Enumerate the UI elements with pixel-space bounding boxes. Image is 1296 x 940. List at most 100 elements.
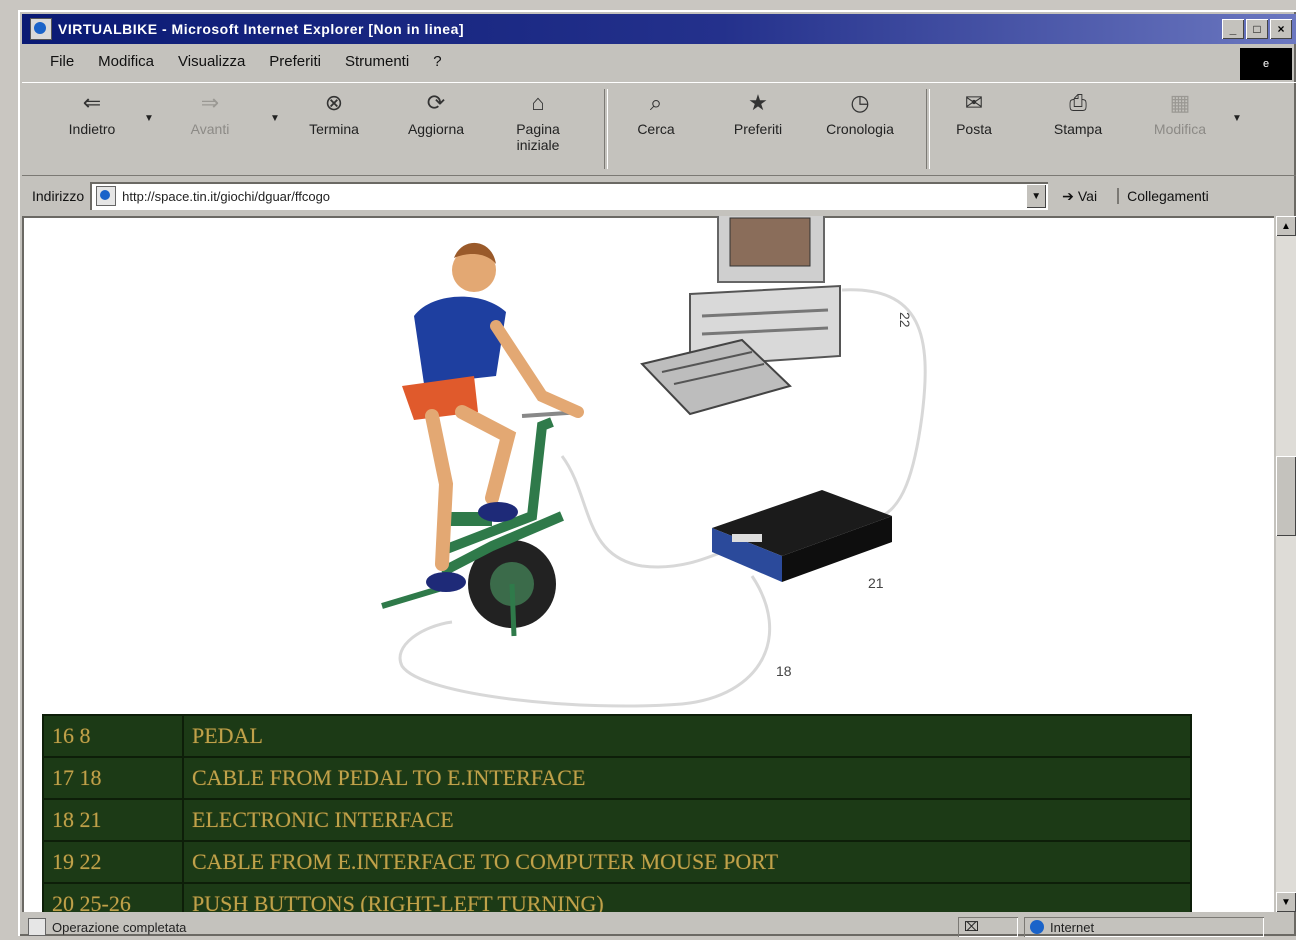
table-row: 16 8 PEDAL bbox=[42, 714, 1192, 758]
legend-code: 20 25-26 bbox=[42, 882, 184, 912]
window-controls: _ □ × bbox=[1222, 19, 1292, 39]
favorites-label: Preferiti bbox=[733, 121, 783, 137]
print-icon: ⎙ bbox=[1069, 90, 1087, 115]
minimize-icon[interactable]: _ bbox=[1222, 19, 1244, 39]
print-button[interactable]: ⎙ Stampa bbox=[1036, 90, 1120, 138]
menu-edit[interactable]: Modifica bbox=[98, 53, 154, 70]
history-button[interactable]: ◷ Cronologia bbox=[818, 90, 902, 138]
table-row: 18 21 ELECTRONIC INTERFACE bbox=[42, 798, 1192, 842]
cyclist-figure bbox=[402, 242, 584, 592]
cable-bike-to-interface bbox=[560, 455, 738, 569]
scroll-down-icon[interactable]: ▼ bbox=[1276, 892, 1296, 912]
legend-code: 16 8 bbox=[42, 714, 184, 758]
close-icon[interactable]: × bbox=[1270, 19, 1292, 39]
table-row: 19 22 CABLE FROM E.INTERFACE TO COMPUTER… bbox=[42, 840, 1192, 884]
toolbar-separator bbox=[926, 89, 930, 169]
mail-label: Posta bbox=[956, 121, 992, 137]
mail-button[interactable]: ✉ Posta bbox=[932, 90, 1016, 138]
legend-description: CABLE FROM E.INTERFACE TO COMPUTER MOUSE… bbox=[182, 840, 1192, 884]
exercise-bike-icon bbox=[381, 410, 583, 637]
status-text: Operazione completata bbox=[52, 919, 187, 935]
favorites-icon: ★ bbox=[748, 90, 768, 115]
browser-window: VIRTUALBIKE - Microsoft Internet Explore… bbox=[18, 10, 1296, 936]
ie-logo-icon[interactable] bbox=[30, 18, 52, 40]
vertical-scrollbar[interactable]: ▲ ▼ bbox=[1276, 216, 1296, 912]
links-button[interactable]: Collegamenti bbox=[1117, 188, 1209, 204]
interface-box-icon bbox=[712, 490, 892, 582]
address-dropdown-icon[interactable]: ▼ bbox=[1026, 184, 1047, 208]
favorites-button[interactable]: ★ Preferiti bbox=[716, 90, 800, 138]
computer-icon bbox=[640, 216, 841, 416]
menu-tools[interactable]: Strumenti bbox=[345, 53, 409, 70]
search-label: Cerca bbox=[637, 121, 675, 137]
status-bar: Operazione completata ⌧ Internet bbox=[22, 914, 1296, 940]
maximize-icon[interactable]: □ bbox=[1246, 19, 1268, 39]
history-icon: ◷ bbox=[850, 90, 870, 115]
legend-description: ELECTRONIC INTERFACE bbox=[182, 798, 1192, 842]
toolbar-separator bbox=[604, 89, 608, 169]
home-icon: ⌂ bbox=[531, 90, 545, 115]
title-bar: VIRTUALBIKE - Microsoft Internet Explore… bbox=[22, 14, 1296, 44]
legend-table: 16 8 PEDAL 17 18 CABLE FROM PEDAL TO E.I… bbox=[42, 714, 1192, 912]
table-row: 17 18 CABLE FROM PEDAL TO E.INTERFACE bbox=[42, 756, 1192, 800]
cable-pedal-to-interface bbox=[398, 575, 771, 708]
address-input[interactable]: http://space.tin.it/giochi/dguar/ffcogo … bbox=[90, 182, 1049, 210]
scroll-thumb[interactable] bbox=[1276, 456, 1296, 536]
back-dropdown-icon[interactable]: ▼ bbox=[144, 113, 154, 124]
label-cable-top: 22 bbox=[897, 312, 913, 328]
offline-panel: ⌧ bbox=[958, 917, 1018, 937]
page-status-icon bbox=[28, 918, 46, 936]
forward-button[interactable]: ⇒ Avanti bbox=[168, 90, 252, 138]
menu-help[interactable]: ? bbox=[433, 53, 441, 70]
back-button[interactable]: ⇐ Indietro bbox=[50, 90, 134, 138]
refresh-button[interactable]: ⟳ Aggiorna bbox=[394, 90, 478, 138]
legend-description: PUSH BUTTONS (RIGHT-LEFT TURNING) bbox=[182, 882, 1192, 912]
refresh-icon: ⟳ bbox=[426, 90, 446, 115]
home-label: Pagina iniziale bbox=[516, 121, 560, 153]
legend-description: CABLE FROM PEDAL TO E.INTERFACE bbox=[182, 756, 1192, 800]
label-interface: 21 bbox=[868, 575, 884, 591]
label-cable-bottom: 18 bbox=[776, 663, 792, 679]
print-label: Stampa bbox=[1053, 121, 1103, 137]
forward-dropdown-icon[interactable]: ▼ bbox=[270, 113, 280, 124]
home-button[interactable]: ⌂ Pagina iniziale bbox=[496, 90, 580, 154]
offline-icon: ⌧ bbox=[964, 919, 979, 934]
go-arrow-icon: ➔ bbox=[1062, 187, 1074, 204]
page-content: 22 21 18 16 8 PEDAL 17 18 CABLE FROM PED… bbox=[22, 216, 1274, 912]
address-value[interactable]: http://space.tin.it/giochi/dguar/ffcogo bbox=[122, 189, 330, 204]
edit-button[interactable]: ▦ Modifica bbox=[1138, 90, 1222, 138]
throbber-logo-icon: e bbox=[1240, 48, 1292, 80]
menu-favorites[interactable]: Preferiti bbox=[269, 53, 321, 70]
history-label: Cronologia bbox=[826, 121, 894, 137]
menu-view[interactable]: Visualizza bbox=[178, 53, 245, 70]
search-button[interactable]: ⌕ Cerca bbox=[614, 90, 698, 138]
go-label: Vai bbox=[1077, 188, 1098, 204]
edit-icon: ▦ bbox=[1169, 90, 1191, 115]
back-arrow-icon: ⇐ bbox=[82, 90, 102, 115]
globe-icon bbox=[1030, 920, 1044, 934]
address-label: Indirizzo bbox=[32, 188, 85, 204]
address-bar: Indirizzo http://space.tin.it/giochi/dgu… bbox=[22, 176, 1296, 216]
menu-file[interactable]: File bbox=[50, 53, 74, 70]
stop-label: Termina bbox=[309, 121, 359, 137]
scroll-up-icon[interactable]: ▲ bbox=[1276, 216, 1296, 236]
window-title: VIRTUALBIKE - Microsoft Internet Explore… bbox=[58, 21, 465, 37]
edit-label: Modifica bbox=[1153, 121, 1207, 137]
go-button[interactable]: ➔ Vai bbox=[1062, 188, 1097, 205]
forward-arrow-icon: ⇒ bbox=[200, 90, 220, 115]
legend-code: 17 18 bbox=[42, 756, 184, 800]
back-label: Indietro bbox=[68, 121, 116, 137]
zone-label: Internet bbox=[1050, 919, 1095, 935]
edit-dropdown-icon[interactable]: ▼ bbox=[1232, 113, 1242, 124]
legend-code: 19 22 bbox=[42, 840, 184, 884]
stop-button[interactable]: ⊗ Termina bbox=[292, 91, 376, 138]
forward-label: Avanti bbox=[190, 121, 230, 137]
legend-code: 18 21 bbox=[42, 798, 184, 842]
search-icon: ⌕ bbox=[649, 90, 663, 115]
virtualbike-illustration: 22 21 18 bbox=[381, 216, 927, 708]
zone-panel: Internet bbox=[1024, 917, 1264, 937]
table-row: 20 25-26 PUSH BUTTONS (RIGHT-LEFT TURNIN… bbox=[42, 882, 1192, 912]
menu-bar: File Modifica Visualizza Preferiti Strum… bbox=[22, 46, 1296, 76]
standard-toolbar: ⇐ Indietro ▼ ⇒ Avanti ▼ ⊗ Termina ⟳ Aggi… bbox=[22, 82, 1296, 176]
mail-icon: ✉ bbox=[964, 90, 984, 115]
